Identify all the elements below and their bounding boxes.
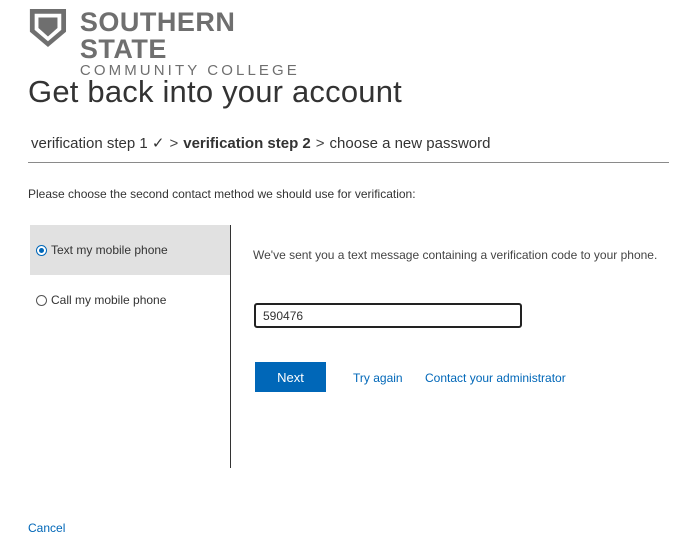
contact-method-list: Text my mobile phone Call my mobile phon… [30,225,230,325]
radio-checked-icon[interactable] [36,244,47,256]
logo-text: SOUTHERN STATE COMMUNITY COLLEGE [79,6,318,79]
step-separator: > [169,135,179,152]
sent-message: We've sent you a text message containing… [253,248,658,262]
method-call-mobile[interactable]: Call my mobile phone [30,275,230,325]
method-text-mobile[interactable]: Text my mobile phone [30,225,230,275]
cancel-link[interactable]: Cancel [28,521,65,535]
logo-line1: SOUTHERN STATE [79,7,236,64]
header-divider [28,162,669,163]
step-3-label: choose a new password [329,135,491,152]
panel-divider [230,225,231,468]
step-separator: > [315,135,325,152]
step-2-label: verification step 2 [183,135,311,152]
college-logo: SOUTHERN STATE COMMUNITY COLLEGE [28,6,318,78]
method-label: Text my mobile phone [51,243,168,257]
step-breadcrumb: verification step 1 ✓ > verification step … [31,134,490,152]
try-again-link[interactable]: Try again [353,371,403,385]
shield-logo-icon [29,8,67,48]
step-1-label: verification step 1 ✓ [31,135,165,152]
method-label: Call my mobile phone [51,293,167,307]
radio-unchecked-icon[interactable] [36,294,47,306]
instruction-text: Please choose the second contact method … [28,187,416,201]
page-title: Get back into your account [28,74,402,109]
verification-code-input[interactable] [254,303,522,328]
next-button[interactable]: Next [255,362,326,392]
contact-admin-link[interactable]: Contact your administrator [425,371,566,385]
